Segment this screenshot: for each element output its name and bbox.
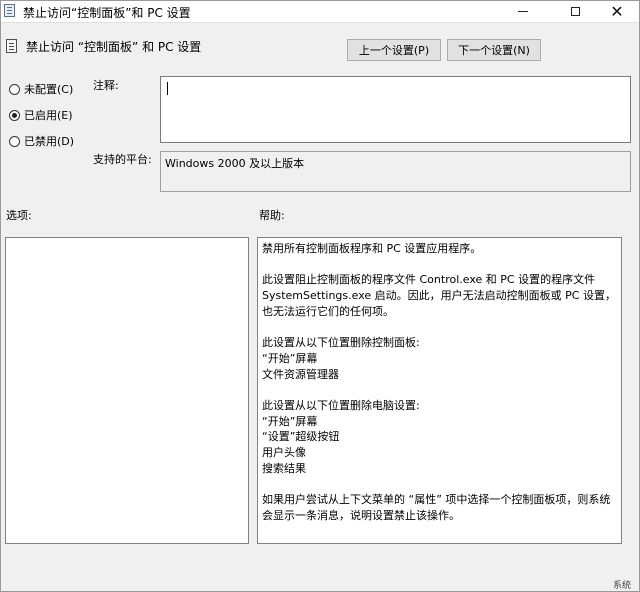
- radio-not-configured[interactable]: 未配置(C): [9, 81, 73, 97]
- platform-label: 支持的平台:: [93, 153, 152, 166]
- radio-button-icon[interactable]: [9, 83, 20, 95]
- help-panel[interactable]: 禁用所有控制面板程序和 PC 设置应用程序。 此设置阻止控制面板的程序文件 Co…: [257, 237, 622, 544]
- radio-label: 已禁用(D): [24, 135, 75, 148]
- radio-label: 未配置(C): [24, 83, 74, 96]
- radio-button-icon[interactable]: [9, 135, 20, 147]
- previous-setting-button[interactable]: 上一个设置(P): [347, 39, 441, 61]
- help-line: “开始”屏幕: [262, 351, 318, 365]
- platform-value: Windows 2000 及以上版本: [165, 157, 305, 170]
- text-caret: [167, 82, 168, 95]
- corner-watermark-text: 系统: [613, 581, 632, 591]
- maximize-icon: [570, 7, 580, 16]
- minimize-icon: [518, 11, 528, 12]
- help-line: “设置”超级按钮: [262, 430, 340, 444]
- next-setting-button[interactable]: 下一个设置(N): [447, 39, 541, 61]
- help-line: 此设置从以下位置删除控制面板:: [262, 336, 420, 350]
- close-button[interactable]: ✕: [595, 1, 639, 22]
- help-line: SystemSettings.exe 启动。因此，用户无法启动控制面板或 PC …: [262, 289, 616, 303]
- options-label: 选项:: [6, 209, 32, 222]
- minimize-button[interactable]: [501, 1, 545, 22]
- help-line: 搜索结果: [262, 461, 306, 475]
- help-line: 此设置从以下位置删除电脑设置:: [262, 398, 420, 412]
- help-label: 帮助:: [259, 209, 285, 222]
- help-line: 也无法运行它们的任何项。: [262, 304, 394, 318]
- comment-label: 注释:: [93, 79, 119, 92]
- maximize-button[interactable]: [553, 1, 597, 22]
- help-line: 文件资源管理器: [262, 367, 339, 381]
- help-line: 此设置阻止控制面板的程序文件 Control.exe 和 PC 设置的程序文件: [262, 273, 596, 287]
- help-line: “开始”屏幕: [262, 414, 318, 428]
- window-title: 禁止访问“控制面板”和 PC 设置: [23, 6, 191, 20]
- help-line: 禁用所有控制面板程序和 PC 设置应用程序。: [262, 242, 482, 255]
- help-line: 如果用户尝试从上下文菜单的 “属性” 项中选择一个控制面板项，则系统: [262, 493, 611, 507]
- radio-enabled[interactable]: 已启用(E): [9, 107, 73, 123]
- options-panel[interactable]: [5, 237, 249, 544]
- setting-title: 禁止访问 “控制面板” 和 PC 设置: [26, 40, 202, 54]
- radio-label: 已启用(E): [24, 109, 73, 122]
- help-line: 用户头像: [262, 446, 306, 460]
- radio-button-checked-icon[interactable]: [9, 109, 20, 121]
- help-line: 会显示一条消息，说明设置禁止该操作。: [262, 508, 460, 522]
- setting-icon: [6, 39, 17, 53]
- close-icon: ✕: [610, 1, 624, 21]
- policy-settings-icon: [4, 4, 15, 17]
- group-policy-setting-window: 禁止访问“控制面板”和 PC 设置 ✕ 禁止访问 “控制面板” 和 PC 设置 …: [0, 0, 640, 592]
- radio-disabled[interactable]: 已禁用(D): [9, 133, 74, 149]
- comment-textarea[interactable]: [160, 76, 631, 143]
- supported-platform-field: Windows 2000 及以上版本: [160, 151, 631, 192]
- title-bar[interactable]: 禁止访问“控制面板”和 PC 设置 ✕: [1, 1, 639, 23]
